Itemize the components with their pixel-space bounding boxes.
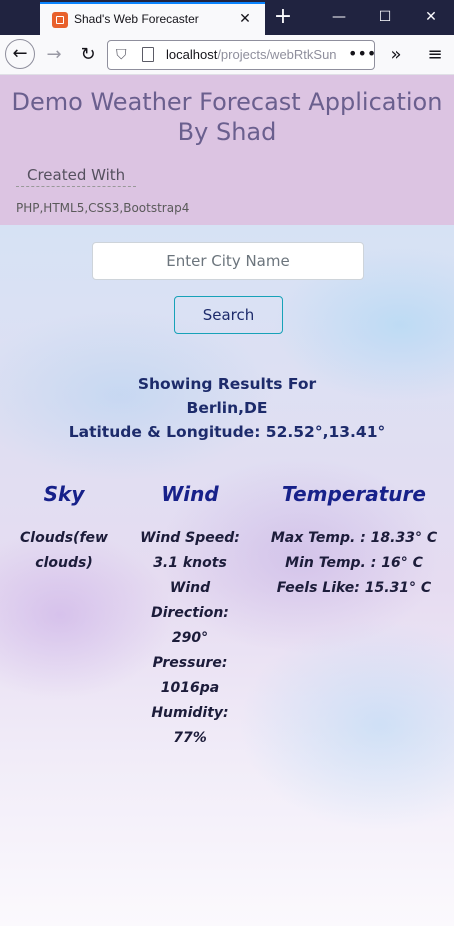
sky-title: Sky <box>43 482 85 506</box>
page-info-icon[interactable] <box>142 47 154 62</box>
more-actions-icon[interactable]: ••• <box>348 44 376 63</box>
url-host: localhost <box>166 47 218 62</box>
page-title: Demo Weather Forecast Application By Sha… <box>11 88 443 146</box>
browser-tab[interactable]: Shad's Web Forecaster ✕ <box>40 2 265 35</box>
wind-speed-label: Wind Speed: <box>140 530 240 546</box>
sky-column: Sky Clouds(few clouds) <box>14 480 114 576</box>
humidity-label: Humidity: <box>151 705 229 721</box>
back-arrow-icon[interactable]: ← <box>5 39 35 69</box>
wind-column: Wind Wind Speed: 3.1 knots Wind Directio… <box>140 480 240 751</box>
pressure-label: Pressure: <box>152 655 228 671</box>
page-content: Demo Weather Forecast Application By Sha… <box>0 75 454 926</box>
max-temp: Max Temp. : 18.33° C <box>270 530 438 546</box>
url-bar[interactable]: ⛉ localhost/projects/webRtkSun ••• <box>107 40 376 70</box>
humidity-value: 77% <box>173 730 207 746</box>
wind-direction-label: Wind <box>169 580 211 596</box>
sky-line: clouds) <box>35 555 93 571</box>
minimize-icon[interactable]: — <box>316 0 362 35</box>
results-summary: Showing Results For Berlin,DE Latitude &… <box>0 372 454 444</box>
hamburger-menu-icon[interactable]: ≡ <box>421 41 449 69</box>
close-icon[interactable]: ✕ <box>236 10 254 28</box>
results-location: Berlin,DE <box>186 399 268 417</box>
results-heading: Showing Results For <box>137 375 317 393</box>
url-text[interactable]: localhost/projects/webRtkSun <box>166 47 344 62</box>
reload-icon[interactable]: ↻ <box>74 41 102 69</box>
created-with-label: Created With <box>16 166 137 187</box>
min-temp: Min Temp. : 16° C <box>285 555 423 571</box>
wind-title: Wind <box>161 482 219 506</box>
xampp-favicon-icon <box>52 12 68 28</box>
temperature-column: Temperature Max Temp. : 18.33° C Min Tem… <box>266 480 442 601</box>
wind-speed-value: 3.1 knots <box>153 555 227 571</box>
sky-line: Clouds(few <box>20 530 108 546</box>
wind-direction-label: Direction: <box>151 605 229 621</box>
city-name-input[interactable] <box>92 242 364 280</box>
forward-arrow-icon[interactable]: → <box>40 41 68 69</box>
temperature-title: Temperature <box>282 482 426 506</box>
pressure-value: 1016pa <box>160 680 220 696</box>
new-tab-icon[interactable]: + <box>270 4 296 30</box>
feels-like: Feels Like: 15.31° C <box>276 580 432 596</box>
search-button[interactable]: Search <box>174 296 283 334</box>
results-coordinates: Latitude & Longitude: 52.52°,13.41° <box>68 423 386 441</box>
page-header: Demo Weather Forecast Application By Sha… <box>0 75 454 225</box>
url-path: /projects/webRtkSun <box>217 47 337 62</box>
window-close-icon[interactable]: ✕ <box>408 0 454 35</box>
wind-direction-value: 290° <box>171 630 209 646</box>
overflow-chevron-icon[interactable]: » <box>382 41 410 69</box>
browser-nav-bar: ← → ↻ ⛉ localhost/projects/webRtkSun •••… <box>0 35 454 75</box>
tech-stack-text: PHP,HTML5,CSS3,Bootstrap4 <box>16 201 190 215</box>
maximize-icon[interactable]: ☐ <box>362 0 408 35</box>
browser-tab-bar: Shad's Web Forecaster ✕ + — ☐ ✕ <box>0 0 454 35</box>
shield-icon[interactable]: ⛉ <box>116 47 127 63</box>
tab-title: Shad's Web Forecaster <box>74 12 199 26</box>
